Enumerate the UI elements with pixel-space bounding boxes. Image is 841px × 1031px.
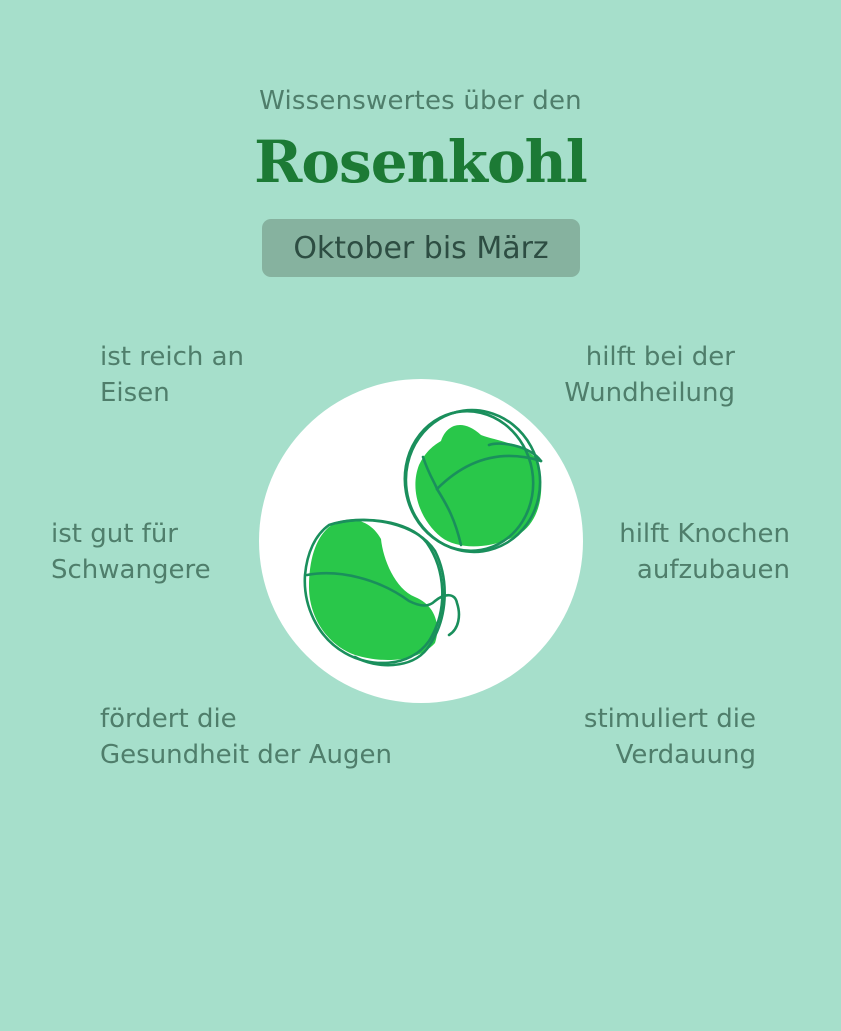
fact-line: aufzubauen bbox=[636, 555, 790, 585]
fact-wound-healing: hilft bei der Wundheilung bbox=[564, 339, 735, 411]
fact-line: Schwangere bbox=[51, 555, 211, 585]
fact-line: Gesundheit der Augen bbox=[100, 740, 393, 770]
subtitle: Wissenswertes über den bbox=[259, 86, 582, 116]
fact-digestion: stimuliert die Verdauung bbox=[584, 701, 756, 773]
fact-line: ist reich an bbox=[100, 342, 245, 372]
fact-line: ist gut für bbox=[51, 519, 178, 549]
fact-line: stimuliert die bbox=[583, 704, 756, 734]
fact-eyes: fördert die Gesundheit der Augen bbox=[100, 701, 392, 773]
fact-bones: hilft Knochen aufzubauen bbox=[619, 516, 790, 588]
season-badge: Oktober bis März bbox=[262, 219, 580, 277]
page-title: Rosenkohl bbox=[254, 128, 588, 196]
brussels-sprouts-icon bbox=[259, 379, 583, 703]
fact-line: Eisen bbox=[100, 378, 170, 408]
fact-iron: ist reich an Eisen bbox=[100, 339, 244, 411]
fact-line: hilft bei der bbox=[585, 342, 735, 372]
fact-line: fördert die bbox=[100, 704, 237, 734]
fact-line: hilft Knochen bbox=[619, 519, 790, 549]
fact-line: Wundheilung bbox=[564, 378, 735, 408]
fact-line: Verdauung bbox=[615, 740, 756, 770]
fact-pregnancy: ist gut für Schwangere bbox=[51, 516, 211, 588]
